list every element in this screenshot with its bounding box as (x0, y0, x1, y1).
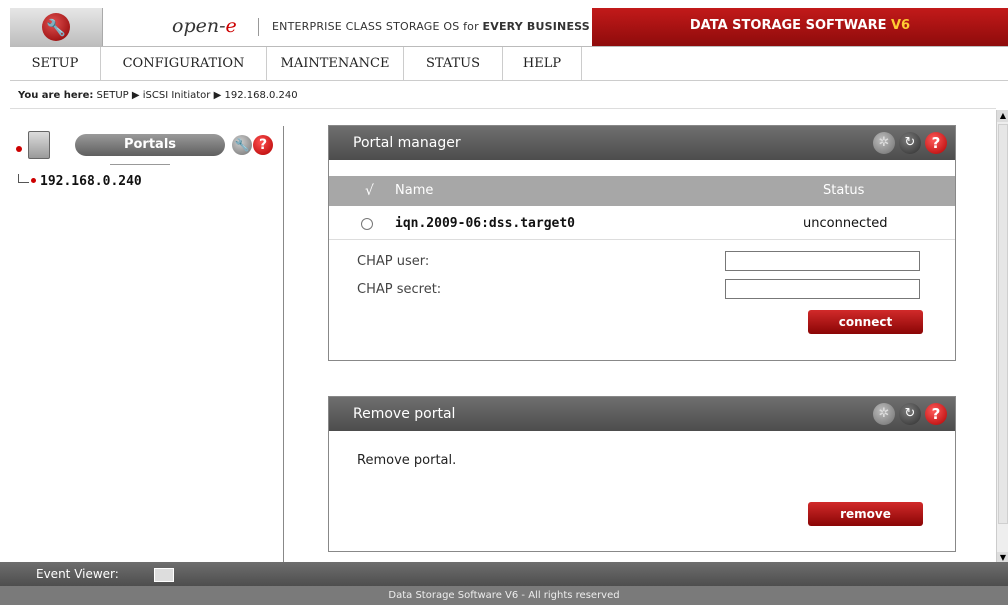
event-viewer-bar: Event Viewer: (0, 562, 1008, 586)
footer: Data Storage Software V6 - All rights re… (0, 586, 1008, 605)
divider (10, 108, 996, 109)
panel-title: Remove portal (353, 406, 456, 422)
connect-button[interactable]: connect (808, 310, 923, 334)
refresh-icon[interactable]: ↻ (899, 403, 921, 425)
help-icon[interactable]: ? (925, 132, 947, 154)
wrench-icon: 🔧 (42, 13, 70, 41)
scroll-thumb[interactable] (998, 124, 1008, 524)
scroll-up-icon[interactable]: ▲ (997, 110, 1008, 122)
help-icon[interactable]: ? (925, 403, 947, 425)
left-panel-header: Portals 🔧 ? (10, 126, 283, 176)
panel-icons: ✲ ↻ ? (873, 403, 947, 425)
remove-portal-description: Remove portal. (357, 453, 457, 468)
menu-maintenance[interactable]: MAINTENANCE (267, 47, 404, 80)
tree-item-portal[interactable]: 192.168.0.240 (18, 174, 142, 189)
product-banner: DATA STORAGE SOFTWARE V6 (592, 8, 1008, 46)
vertical-scrollbar[interactable]: ▲ ▼ (996, 110, 1008, 564)
row-separator (329, 239, 955, 240)
chap-secret-label: CHAP secret: (357, 282, 442, 297)
check-column-header: √ (365, 183, 374, 199)
logo-box[interactable]: 🔧 (10, 8, 103, 46)
panel-title: Portal manager (353, 135, 461, 151)
chap-user-input[interactable] (725, 251, 920, 271)
portals-title: Portals (75, 134, 225, 156)
main-menu: SETUP CONFIGURATION MAINTENANCE STATUS H… (10, 47, 1008, 81)
breadcrumb: You are here: SETUP ▶ iSCSI Initiator ▶ … (18, 90, 298, 101)
menu-configuration[interactable]: CONFIGURATION (101, 47, 267, 80)
brand-separator (258, 18, 259, 36)
panel-icons: ✲ ↻ ? (873, 132, 947, 154)
table-header: √ Name Status (329, 176, 955, 206)
slogan: ENTERPRISE CLASS STORAGE OS for EVERY BU… (272, 20, 590, 33)
left-panel: Portals 🔧 ? 192.168.0.240 (10, 126, 284, 562)
remove-button[interactable]: remove (808, 502, 923, 526)
chap-secret-input[interactable] (725, 279, 920, 299)
brand-prefix: open- (172, 15, 226, 37)
product-name: DATA STORAGE SOFTWARE (689, 18, 891, 33)
settings-icon[interactable]: ✲ (873, 132, 895, 154)
help-icon[interactable]: ? (253, 135, 273, 155)
name-column-header: Name (395, 183, 434, 198)
status-column-header: Status (823, 183, 865, 198)
panel-header: Remove portal ✲ ↻ ? (329, 397, 955, 431)
remove-portal-panel: Remove portal ✲ ↻ ? Remove portal. remov… (328, 396, 956, 552)
wrench-icon[interactable]: 🔧 (232, 135, 252, 155)
breadcrumb-separator-icon: ▶ (213, 90, 222, 101)
menu-help[interactable]: HELP (503, 47, 582, 80)
header-underline (110, 164, 170, 165)
product-version: V6 (891, 18, 911, 33)
settings-icon[interactable]: ✲ (873, 403, 895, 425)
breadcrumb-item-iscsi-initiator[interactable]: iSCSI Initiator (143, 90, 211, 101)
menu-status[interactable]: STATUS (404, 47, 503, 80)
breadcrumb-prefix: You are here: (18, 90, 94, 101)
table-row[interactable]: iqn.2009-06:dss.target0 unconnected (329, 208, 955, 240)
target-name: iqn.2009-06:dss.target0 (395, 216, 576, 231)
server-icon (28, 131, 50, 159)
target-status: unconnected (803, 216, 888, 231)
target-radio[interactable] (361, 218, 373, 230)
chap-user-label: CHAP user: (357, 254, 430, 269)
brand-suffix: e (225, 15, 237, 37)
tree-branch-icon (18, 174, 29, 183)
left-panel-icons: 🔧 ? (232, 135, 273, 155)
slogan-bold: EVERY BUSINESS (482, 20, 590, 33)
menu-setup[interactable]: SETUP (10, 47, 101, 80)
top-header: 🔧 open-e ENTERPRISE CLASS STORAGE OS for… (10, 8, 1008, 47)
tree-root-dot-icon (16, 146, 22, 152)
tree-item-label: 192.168.0.240 (40, 174, 142, 189)
breadcrumb-item-setup[interactable]: SETUP (97, 90, 129, 101)
tree-node-dot-icon (31, 178, 36, 183)
envelope-icon[interactable] (154, 568, 174, 582)
breadcrumb-item-portal[interactable]: 192.168.0.240 (224, 90, 297, 101)
refresh-icon[interactable]: ↻ (899, 132, 921, 154)
breadcrumb-separator-icon: ▶ (131, 90, 140, 101)
portal-manager-panel: Portal manager ✲ ↻ ? √ Name Status iqn.2… (328, 125, 956, 361)
event-viewer-label: Event Viewer: (36, 567, 119, 581)
slogan-normal: ENTERPRISE CLASS STORAGE OS for (272, 20, 483, 33)
brand-logo: open-e (172, 15, 237, 37)
panel-header: Portal manager ✲ ↻ ? (329, 126, 955, 160)
